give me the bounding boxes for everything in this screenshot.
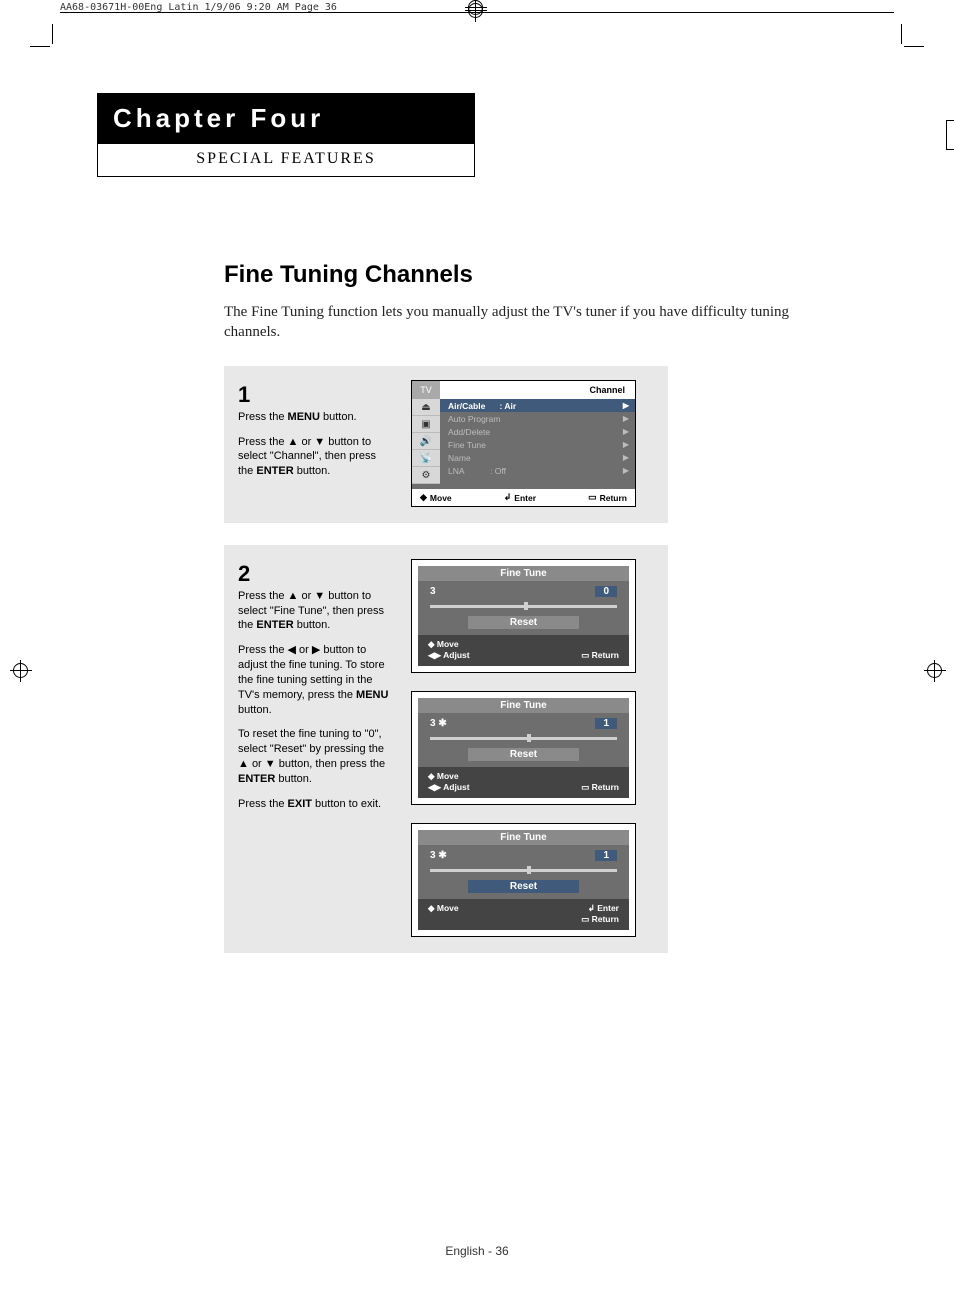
page-number: English - 36 (52, 1244, 902, 1258)
registration-mark-icon (465, 0, 487, 22)
section-intro: The Fine Tuning function lets you manual… (224, 303, 844, 342)
chevron-right-icon: ▶ (623, 440, 629, 449)
instruction-text: Press the EXIT button to exit. (238, 797, 393, 812)
channel-number: 3 (430, 586, 436, 597)
channel-icon: 📡 (412, 450, 440, 467)
instruction-text: Press the ▲ or ▼ button to select "Chann… (238, 435, 393, 480)
osd-footer: ◆ Move ◀▶ Adjust▭ Return (418, 635, 629, 666)
osd-fine-tune-b: Fine Tune 3 ✱ 1 Reset ◆ Move ◀▶ Adjust▭ R… (411, 691, 636, 805)
step-number: 1 (238, 380, 393, 410)
chapter-block: Chapter Four SPECIAL FEATURES (97, 93, 475, 177)
reset-button: Reset (468, 880, 579, 893)
menu-item-auto-program: Auto Program▶ (440, 412, 635, 425)
reset-button: Reset (468, 616, 579, 629)
chevron-right-icon: ▶ (623, 401, 629, 410)
osd-menu-list: Air/Cable : Air▶ Auto Program▶ Add/Delet… (440, 399, 635, 489)
return-icon: ▭ (588, 492, 597, 503)
osd-title: Fine Tune (418, 830, 629, 845)
instruction-text: Press the ◀ or ▶ button to adjust the fi… (238, 643, 393, 717)
instruction-text: Press the ▲ or ▼ button to select "Fine … (238, 589, 393, 634)
crop-mark (901, 24, 902, 44)
menu-item-fine-tune: Fine Tune▶ (440, 438, 635, 451)
step-number: 2 (238, 559, 393, 589)
osd-title: Fine Tune (418, 566, 629, 581)
chevron-right-icon: ▶ (623, 414, 629, 423)
channel-number: 3 ✱ (430, 718, 447, 729)
tune-slider (430, 602, 617, 610)
osd-tab-tv: TV (412, 381, 440, 399)
enter-icon: ↲ (504, 492, 512, 503)
osd-category-icons: ⏏ ▣ 🔊 📡 ⚙ (412, 399, 440, 489)
chevron-right-icon: ▶ (623, 453, 629, 462)
sound-icon: 🔊 (412, 433, 440, 450)
instruction-text: To reset the fine tuning to "0", select … (238, 727, 393, 786)
tune-slider (430, 734, 617, 742)
menu-item-name: Name▶ (440, 451, 635, 464)
section-title: Fine Tuning Channels (224, 261, 844, 289)
crop-mark (30, 46, 50, 47)
reset-button: Reset (468, 748, 579, 761)
osd-fine-tune-c: Fine Tune 3 ✱ 1 Reset ◆ Move↲ Enter ▭ Ret… (411, 823, 636, 937)
osd-title: Fine Tune (418, 698, 629, 713)
tune-value: 1 (595, 850, 617, 861)
channel-number: 3 ✱ (430, 850, 447, 861)
chapter-subtitle: SPECIAL FEATURES (97, 144, 475, 177)
tune-value: 1 (595, 718, 617, 729)
menu-item-add-delete: Add/Delete▶ (440, 425, 635, 438)
menu-item-air-cable: Air/Cable : Air▶ (440, 399, 635, 412)
step-1: 1 Press the MENU button. Press the ▲ or … (224, 366, 668, 523)
input-icon: ⏏ (412, 399, 440, 416)
chapter-title: Chapter Four (97, 93, 475, 144)
chevron-right-icon: ▶ (623, 427, 629, 436)
tune-value: 0 (595, 586, 617, 597)
step-2: 2 Press the ▲ or ▼ button to select "Fin… (224, 545, 668, 953)
osd-channel-menu: TV Channel ⏏ ▣ 🔊 📡 ⚙ Air/Cable : Ai (411, 380, 636, 507)
registration-mark-icon (924, 660, 946, 682)
crop-mark (52, 24, 53, 44)
setup-icon: ⚙ (412, 467, 440, 484)
instruction-text: Press the MENU button. (238, 410, 393, 425)
chevron-right-icon: ▶ (623, 466, 629, 475)
osd-tab-channel: Channel (440, 381, 635, 399)
registration-mark-icon (10, 660, 32, 682)
osd-fine-tune-a: Fine Tune 3 0 Reset ◆ Move ◀▶ Adjust▭ Ret… (411, 559, 636, 673)
osd-footer: ◆Move ↲Enter ▭Return (412, 489, 635, 506)
osd-footer: ◆ Move ◀▶ Adjust▭ Return (418, 767, 629, 798)
updown-icon: ◆ (420, 492, 427, 503)
osd-footer: ◆ Move↲ Enter ▭ Return (418, 899, 629, 930)
picture-icon: ▣ (412, 416, 440, 433)
crop-mark (946, 120, 954, 150)
crop-mark (904, 46, 924, 47)
tune-slider (430, 866, 617, 874)
menu-item-lna: LNA : Off▶ (440, 464, 635, 477)
